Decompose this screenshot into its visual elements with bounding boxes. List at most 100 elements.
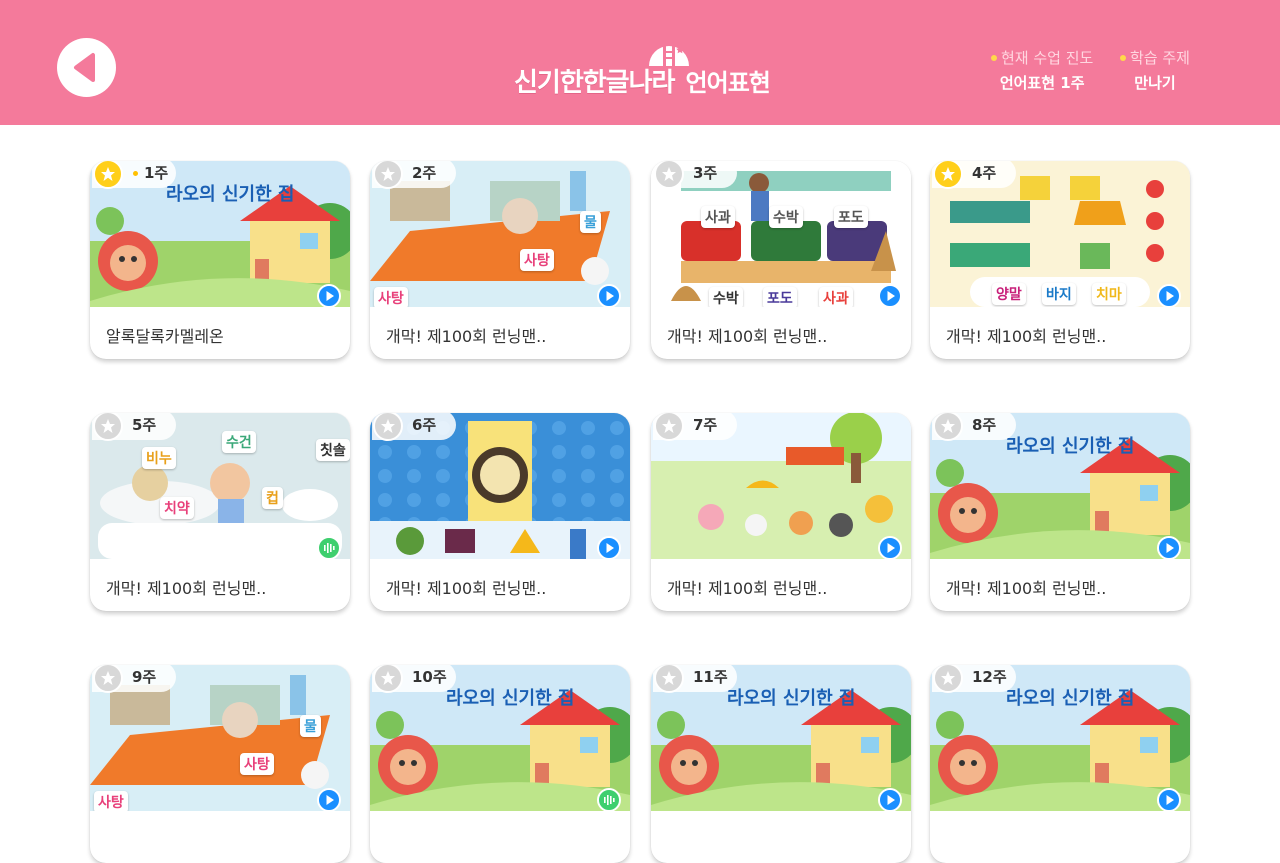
progress-info: 현재 수업 진도 언어표현 1주 (991, 47, 1093, 93)
word-chip: 양말 (992, 283, 1026, 305)
lesson-card[interactable]: 6주 개막! 제100회 런닝맨.. (370, 413, 630, 611)
week-label: 11주 (693, 668, 728, 686)
bullet-icon (991, 54, 997, 61)
star-icon (381, 419, 395, 433)
word-chip: 포도 (763, 287, 797, 307)
scene-sign: 라오의 신기한 집 (727, 688, 856, 709)
lesson-card[interactable]: 7주개막! 제100회 런닝맨.. (651, 413, 911, 611)
word-chip: 사탕 (374, 287, 408, 307)
play-button[interactable] (1157, 788, 1181, 812)
lesson-card[interactable]: 라오의 신기한 집 1주알록달록카멜레온 (90, 161, 350, 359)
play-button[interactable] (1157, 536, 1181, 560)
word-chip: 치약 (160, 497, 194, 519)
word-chip: 칫솔 (316, 439, 350, 461)
word-chip: 비누 (142, 447, 176, 469)
scene-sign: 라오의 신기한 집 (446, 688, 575, 709)
progress-label: 현재 수업 진도 (1001, 49, 1094, 67)
word-chip: 수박 (709, 287, 743, 307)
week-label: 8주 (972, 416, 997, 434)
play-icon (606, 291, 614, 301)
week-label: 10주 (412, 668, 447, 686)
lesson-card[interactable]: 라오의 신기한 집 10주 (370, 665, 630, 863)
star-icon (662, 419, 676, 433)
play-icon (887, 291, 895, 301)
lesson-card[interactable]: 라오의 신기한 집 12주 (930, 665, 1190, 863)
play-icon (1166, 543, 1174, 553)
week-label: 4주 (972, 164, 997, 182)
lesson-title: 개막! 제100회 런닝맨.. (386, 327, 547, 346)
week-label: 2주 (412, 164, 437, 182)
topic-info: 학습 주제 만나기 (1120, 47, 1190, 93)
word-chip: 사탕 (240, 753, 274, 775)
lesson-title: 개막! 제100회 런닝맨.. (386, 579, 547, 598)
scene-sign: 라오의 신기한 집 (1006, 688, 1135, 709)
play-icon (887, 795, 895, 805)
audio-wave-icon (604, 795, 615, 805)
star-icon (941, 167, 955, 181)
lesson-card[interactable]: 비누 수건 칫솔 치약 컵 5주 개막! 제100회 런닝맨.. (90, 413, 350, 611)
star-icon (381, 671, 395, 685)
header-bar: 신기한한글나라 언어표현 현재 수업 진도 언어표현 1주 학습 주제 만나기 (0, 0, 1280, 125)
week-label: 1주 (144, 164, 169, 182)
audio-button[interactable] (317, 536, 341, 560)
week-label: 5주 (132, 416, 157, 434)
word-chip: 수박 (769, 206, 803, 228)
bullet-icon (1120, 54, 1126, 61)
star-icon (662, 167, 676, 181)
lesson-title: 개막! 제100회 런닝맨.. (946, 327, 1107, 346)
word-chip: 컵 (262, 487, 283, 509)
lesson-title: 개막! 제100회 런닝맨.. (946, 579, 1107, 598)
week-label: 9주 (132, 668, 157, 686)
word-chip: 포도 (834, 206, 868, 228)
play-button[interactable] (317, 788, 341, 812)
current-week-dot (133, 171, 138, 176)
topic-value: 만나기 (1134, 74, 1176, 92)
word-chip: 사과 (819, 287, 853, 307)
week-label: 7주 (693, 416, 718, 434)
play-button[interactable] (878, 536, 902, 560)
star-icon (101, 167, 115, 181)
week-label: 3주 (693, 164, 718, 182)
star-icon (101, 419, 115, 433)
progress-value: 언어표현 1주 (999, 74, 1085, 92)
play-button[interactable] (317, 284, 341, 308)
lesson-title: 개막! 제100회 런닝맨.. (667, 579, 828, 598)
lesson-card[interactable]: 라오의 신기한 집 11주 (651, 665, 911, 863)
scene-sign: 라오의 신기한 집 (1006, 436, 1135, 457)
play-button[interactable] (878, 284, 902, 308)
play-icon (1166, 795, 1174, 805)
lesson-card[interactable]: 라오의 신기한 집 8주개막! 제100회 런닝맨.. (930, 413, 1190, 611)
lesson-title: 알록달록카멜레온 (106, 327, 224, 346)
star-icon (941, 671, 955, 685)
audio-button[interactable] (597, 788, 621, 812)
lesson-card[interactable]: 물 사탕 사탕 2주 개막! 제100회 런닝맨.. (370, 161, 630, 359)
week-label: 12주 (972, 668, 1007, 686)
audio-wave-icon (324, 543, 335, 553)
play-button[interactable] (878, 788, 902, 812)
play-button[interactable] (597, 284, 621, 308)
star-icon (101, 671, 115, 685)
lesson-card[interactable]: 사과 수박 포도 수박 포도 사과 3주 개막! 제100회 런닝맨.. (651, 161, 911, 359)
play-icon (326, 795, 334, 805)
star-icon (381, 167, 395, 181)
lesson-title: 개막! 제100회 런닝맨.. (667, 327, 828, 346)
word-chip: 바지 (1042, 283, 1076, 305)
word-chip: 사탕 (94, 791, 128, 811)
ladder-logo-icon (649, 46, 689, 66)
lesson-card[interactable]: 물 사탕 사탕 9주 (90, 665, 350, 863)
star-icon (941, 419, 955, 433)
back-arrow-icon (74, 53, 95, 82)
word-chip: 사과 (701, 206, 735, 228)
word-chip: 사탕 (520, 249, 554, 271)
word-chip: 치마 (1092, 283, 1126, 305)
lesson-title: 개막! 제100회 런닝맨.. (106, 579, 267, 598)
lesson-grid: 라오의 신기한 집 1주 알록달록카멜레온 물 사탕 사탕 2주 개막! 제100회 런닝맨.… (0, 125, 1280, 863)
play-icon (887, 543, 895, 553)
scene-sign: 라오의 신기한 집 (166, 184, 295, 205)
star-icon (662, 671, 676, 685)
play-button[interactable] (1157, 284, 1181, 308)
lesson-card[interactable]: 양말 바지 치마 4주개막! 제100회 런닝맨.. (930, 161, 1190, 359)
app-title: 신기한한글나라 언어표현 (514, 46, 771, 102)
back-button[interactable] (57, 38, 116, 97)
play-button[interactable] (597, 536, 621, 560)
